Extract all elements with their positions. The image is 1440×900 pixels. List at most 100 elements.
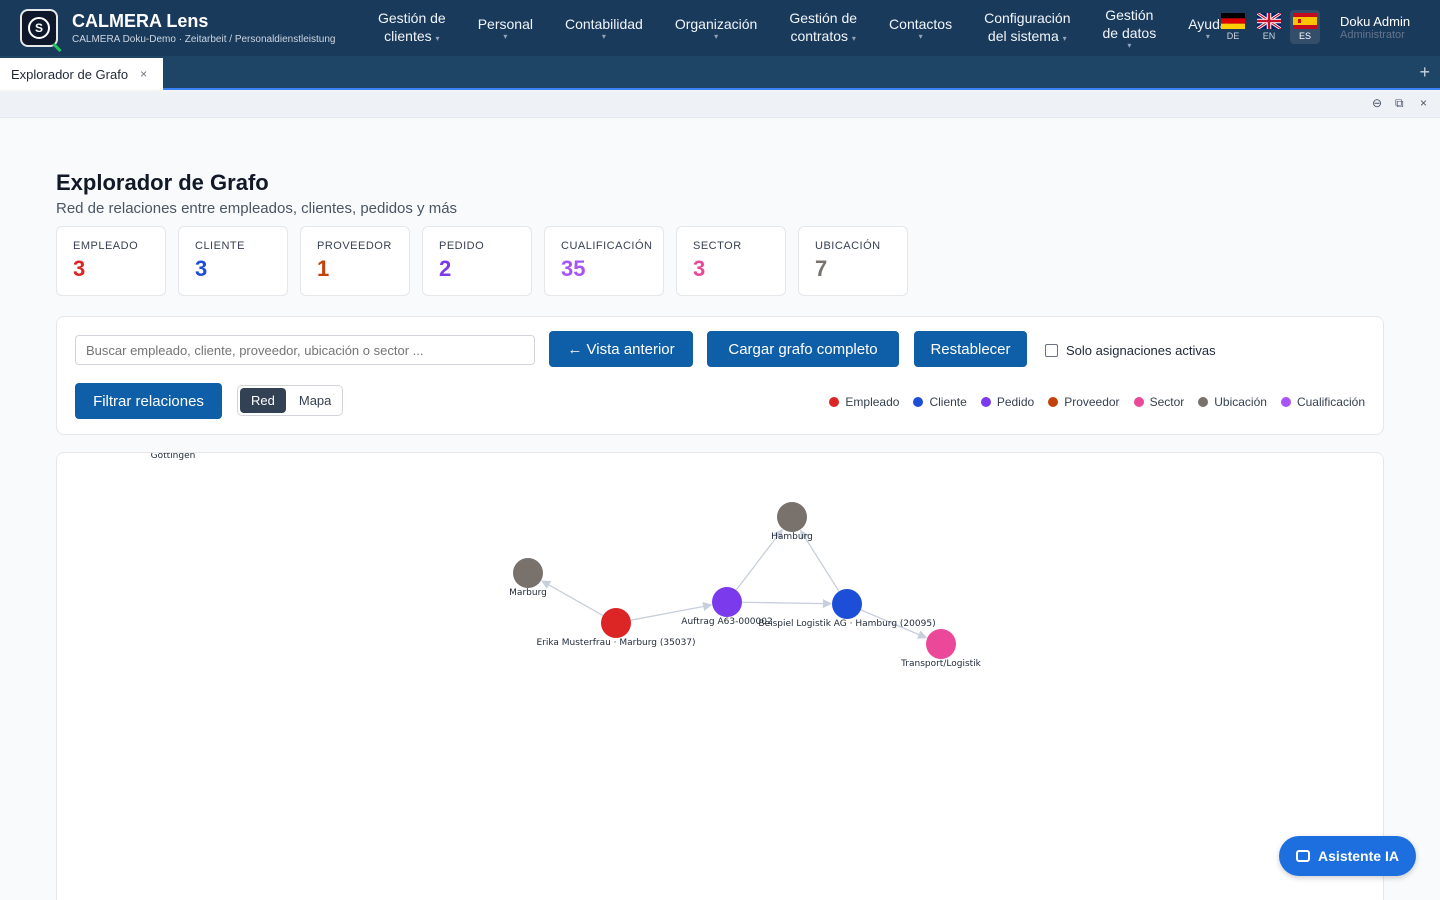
lang-code: EN bbox=[1262, 31, 1276, 41]
active-only-label: Solo asignaciones activas bbox=[1066, 343, 1216, 358]
page-subtitle: Red de relaciones entre empleados, clien… bbox=[56, 200, 458, 217]
tab-explorador-grafo[interactable]: Explorador de Grafo × bbox=[0, 58, 163, 90]
main-nav: Gestión de clientes ▾ Personal ▾ Contabi… bbox=[362, 0, 1244, 56]
legend-label: Pedido bbox=[996, 395, 1035, 409]
graph-edge bbox=[741, 599, 832, 609]
stat-card-ubicacion[interactable]: UBICACIÓN 7 bbox=[798, 226, 908, 296]
main-content: Explorador de Grafo Red de relaciones en… bbox=[0, 118, 1440, 900]
flag-es-icon bbox=[1293, 13, 1317, 29]
robot-icon bbox=[1296, 850, 1311, 862]
active-only-toggle[interactable]: Solo asignaciones activas bbox=[1045, 343, 1216, 358]
minimize-icon[interactable]: ⊖ bbox=[1372, 96, 1382, 110]
nav-label: Configuración bbox=[984, 9, 1071, 26]
nav-label: clientes bbox=[384, 27, 432, 44]
ai-assistant-button[interactable]: Asistente IA bbox=[1279, 836, 1416, 876]
graph-svg[interactable]: Hamburg Marburg Erika Musterfrau · Marburg… bbox=[57, 453, 1384, 900]
nav-label: Personal bbox=[477, 16, 533, 32]
stat-card-cliente[interactable]: CLIENTE 3 bbox=[178, 226, 288, 296]
ai-assistant-label: Asistente IA bbox=[1318, 848, 1399, 864]
stat-value: 3 bbox=[195, 256, 208, 281]
stat-card-pedido[interactable]: PEDIDO 2 bbox=[422, 226, 532, 296]
user-role: Administrator bbox=[1340, 29, 1405, 41]
view-map-option[interactable]: Mapa bbox=[288, 386, 343, 415]
graph-node-label: Hamburg bbox=[771, 532, 813, 542]
app-subtitle: CALMERA Doku-Demo · Zeitarbeit / Persona… bbox=[72, 34, 336, 45]
legend-dot bbox=[1280, 397, 1291, 407]
graph-node-label-goettingen: Göttingen bbox=[151, 453, 196, 461]
reset-button[interactable]: Restablecer bbox=[914, 331, 1027, 367]
stat-label: UBICACIÓN bbox=[815, 240, 881, 252]
graph-controls-panel: ← Vista anterior Cargar grafo completo R… bbox=[56, 316, 1384, 435]
legend-dot bbox=[1048, 397, 1059, 407]
lang-en[interactable]: EN bbox=[1254, 10, 1284, 44]
nav-configuracion-sistema[interactable]: Configuración del sistema ▾ bbox=[968, 9, 1086, 48]
graph-node-beispiel[interactable] bbox=[832, 589, 862, 619]
nav-label: Contabilidad bbox=[564, 16, 643, 32]
back-view-button[interactable]: ← Vista anterior bbox=[549, 331, 693, 367]
tab-label: Explorador de Grafo bbox=[11, 66, 129, 82]
view-mode-toggle: Red Mapa bbox=[237, 385, 344, 416]
nav-label: Gestión de bbox=[789, 9, 858, 26]
user-name: Doku Admin bbox=[1340, 14, 1411, 29]
legend-dot bbox=[980, 397, 991, 407]
graph-node-label: Beispiel Logistik AG · Hamburg (20095) bbox=[758, 619, 935, 629]
brand[interactable]: S CALMERA Lens CALMERA Doku-Demo · Zeita… bbox=[0, 9, 360, 53]
graph-canvas[interactable]: Hamburg Marburg Erika Musterfrau · Marburg… bbox=[56, 452, 1384, 900]
lang-es[interactable]: ES bbox=[1290, 10, 1320, 44]
language-switcher: DE EN ES bbox=[1218, 10, 1320, 44]
lang-de[interactable]: DE bbox=[1218, 10, 1248, 44]
graph-node-auftrag[interactable] bbox=[712, 587, 742, 617]
close-icon[interactable]: × bbox=[1420, 96, 1427, 110]
chevron-down-icon: ▾ bbox=[503, 32, 508, 41]
legend-item: Cualificación bbox=[1280, 395, 1365, 409]
active-only-checkbox[interactable] bbox=[1045, 344, 1058, 357]
page-title: Explorador de Grafo bbox=[56, 170, 269, 195]
nav-personal[interactable]: Personal ▾ bbox=[462, 15, 549, 41]
search-input[interactable] bbox=[75, 335, 535, 365]
legend-label: Cliente bbox=[929, 395, 967, 409]
restore-icon[interactable]: ⧉ bbox=[1395, 96, 1404, 111]
graph-node-marburg[interactable] bbox=[513, 558, 543, 588]
chevron-down-icon: ▾ bbox=[918, 32, 923, 41]
stat-value: 1 bbox=[317, 256, 330, 281]
filter-relations-button[interactable]: Filtrar relaciones bbox=[75, 383, 222, 419]
stat-label: CUALIFICACIÓN bbox=[561, 240, 653, 252]
view-network-option[interactable]: Red bbox=[240, 388, 286, 413]
nav-gestion-contratos[interactable]: Gestión de contratos ▾ bbox=[773, 9, 873, 48]
stat-card-empleado[interactable]: EMPLEADO 3 bbox=[56, 226, 166, 296]
nav-contactos[interactable]: Contactos ▾ bbox=[873, 15, 968, 41]
graph-node-transport[interactable] bbox=[926, 629, 956, 659]
graph-node-hamburg[interactable] bbox=[777, 502, 807, 532]
legend-item: Ubicación bbox=[1198, 395, 1267, 409]
load-full-graph-button[interactable]: Cargar grafo completo bbox=[707, 331, 899, 367]
nav-organizacion[interactable]: Organización ▾ bbox=[659, 15, 774, 41]
stat-card-cualificacion[interactable]: CUALIFICACIÓN 35 bbox=[544, 226, 664, 296]
stat-label: SECTOR bbox=[693, 240, 742, 252]
nav-gestion-datos[interactable]: Gestión de datos ▾ bbox=[1086, 6, 1172, 50]
node-type-legend: Empleado Cliente Pedido Proveedor Sector… bbox=[829, 395, 1365, 409]
legend-item: Pedido bbox=[980, 395, 1035, 409]
nav-contabilidad[interactable]: Contabilidad ▾ bbox=[549, 15, 659, 41]
nav-gestion-clientes[interactable]: Gestión de clientes ▾ bbox=[362, 9, 462, 48]
legend-label: Ubicación bbox=[1214, 395, 1267, 409]
user-menu[interactable]: Doku Admin Administrator bbox=[1340, 14, 1410, 41]
graph-edge bbox=[541, 580, 604, 617]
graph-node-erika[interactable] bbox=[601, 608, 631, 638]
app-title: CALMERA Lens bbox=[72, 11, 209, 31]
window-toolbar: ⊖ ⧉ × bbox=[0, 92, 1440, 118]
flag-de-icon bbox=[1221, 13, 1245, 29]
top-navbar: S CALMERA Lens CALMERA Doku-Demo · Zeita… bbox=[0, 0, 1440, 56]
stat-label: PEDIDO bbox=[439, 240, 485, 252]
flag-uk-icon bbox=[1257, 13, 1281, 29]
nav-label: Gestión bbox=[1105, 7, 1154, 23]
stat-value: 3 bbox=[693, 256, 706, 281]
stat-card-sector[interactable]: SECTOR 3 bbox=[676, 226, 786, 296]
chevron-down-icon: ▾ bbox=[601, 32, 606, 41]
graph-node-label: Erika Musterfrau · Marburg (35037) bbox=[536, 638, 695, 648]
close-icon[interactable]: × bbox=[140, 67, 147, 81]
nav-label: Gestión de bbox=[378, 9, 446, 26]
legend-dot bbox=[829, 397, 840, 407]
stat-card-proveedor[interactable]: PROVEEDOR 1 bbox=[300, 226, 410, 296]
legend-dot bbox=[1198, 397, 1209, 407]
add-tab-button[interactable]: + bbox=[1419, 62, 1430, 83]
